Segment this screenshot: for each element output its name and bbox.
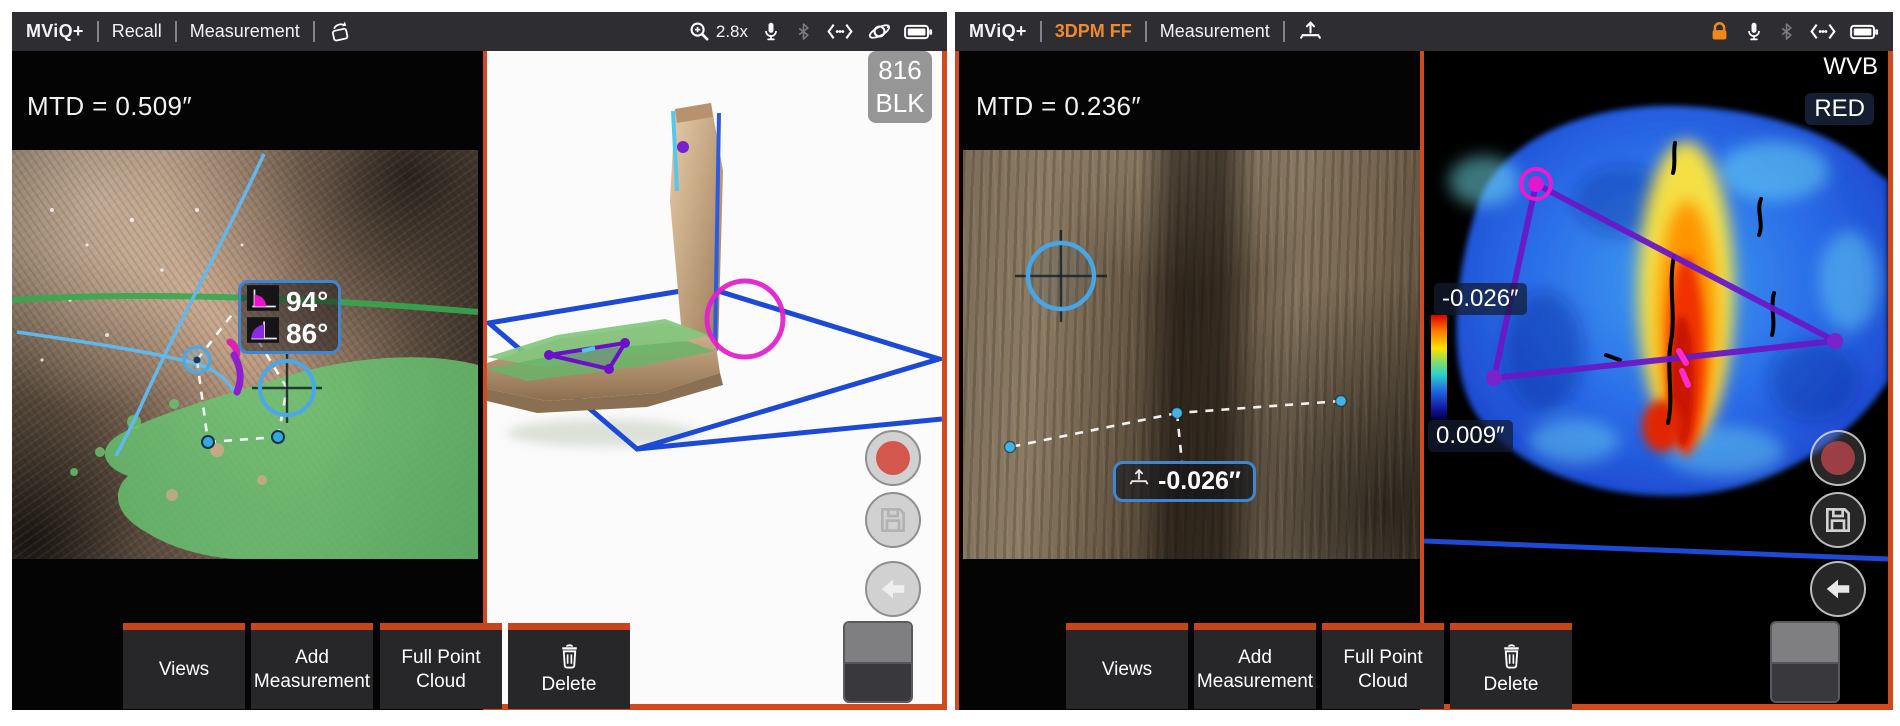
status-icons: 2.8x [688, 19, 933, 44]
live-image-pane: MTD = 0.236″ [955, 51, 1420, 710]
trash-icon [557, 643, 582, 670]
indicator-lower [1772, 664, 1838, 703]
scale-min-label: 0.009″ [1428, 420, 1513, 452]
full-point-cloud-button[interactable]: Full Point Cloud [1322, 623, 1444, 709]
live-image-pane: MTD = 0.509″ [12, 51, 483, 710]
battery-icon [1850, 23, 1879, 41]
measure-point [202, 436, 214, 448]
inspection-image[interactable]: 94° 86° [12, 150, 478, 559]
pan-mode-icon[interactable] [1298, 19, 1323, 44]
back-arrow-icon [878, 574, 908, 604]
mode-3dpm-ff[interactable]: 3DPM FF [1055, 21, 1132, 42]
angle-measurement-label[interactable]: 94° 86° [238, 280, 341, 354]
cursor-primary [1015, 230, 1107, 322]
full-point-cloud-button[interactable]: Full Point Cloud [380, 623, 502, 709]
titlebar-divider [1040, 21, 1042, 42]
reference-plane-edge [1424, 541, 1888, 559]
battery-icon [904, 23, 933, 41]
data-connection-icon [825, 21, 855, 42]
delete-button[interactable]: Delete [1450, 623, 1572, 709]
menu-measurement[interactable]: Measurement [190, 21, 300, 42]
cursor-secondary [184, 347, 210, 373]
titlebar-divider [175, 21, 177, 42]
mtd-readout: MTD = 0.236″ [976, 91, 1141, 122]
depth-map-pane[interactable]: WVB RED -0.026″ 0.009″ [1420, 51, 1893, 710]
depth-measurement-label[interactable]: -0.026″ [1113, 461, 1256, 502]
angle-value: 94° [286, 286, 328, 317]
indicator-lower [845, 664, 911, 703]
status-icons [1708, 20, 1879, 43]
badge-number: 816 [868, 54, 932, 87]
screen: MViQ+ Recall Measurement 2.8x [0, 0, 1900, 726]
titlebar-divider [97, 21, 99, 42]
depth-value: -0.026″ [1158, 467, 1241, 496]
add-measurement-button[interactable]: Add Measurement [1194, 623, 1316, 709]
point-cloud-pane[interactable]: 816 BLK [483, 51, 947, 710]
app-brand[interactable]: MViQ+ [26, 21, 84, 42]
titlebar-divider [1283, 21, 1285, 42]
depth-color-scale [1431, 315, 1447, 419]
back-arrow-icon [1823, 574, 1853, 604]
gyroscope-icon [867, 19, 892, 44]
measure-point [1336, 396, 1347, 407]
bluetooth-icon [794, 20, 813, 43]
measure-point [272, 431, 284, 443]
views-button[interactable]: Views [123, 623, 245, 709]
save-icon [1822, 504, 1854, 536]
save-button[interactable] [1810, 492, 1866, 548]
trash-icon [1499, 643, 1524, 670]
zoom-indicator[interactable]: 2.8x [688, 20, 748, 43]
data-connection-icon [1808, 21, 1838, 42]
indicator-upper [1772, 623, 1838, 664]
microphone-icon [1743, 20, 1765, 43]
depth-icon [1128, 467, 1150, 496]
lock-icon [1708, 20, 1731, 43]
indicator-upper [845, 623, 911, 664]
zoom-scroll-indicator[interactable] [1770, 621, 1840, 703]
titlebar-divider [313, 21, 315, 42]
angle-icon [247, 317, 279, 349]
mtd-readout: MTD = 0.509″ [27, 91, 192, 122]
measure-point [1172, 408, 1183, 419]
bluetooth-icon [1777, 20, 1796, 43]
zoom-level: 2.8x [716, 22, 748, 42]
point-cloud-status-badge: 816 BLK [868, 51, 932, 123]
record-icon [1821, 441, 1855, 475]
record-button[interactable] [865, 430, 921, 486]
zoom-scroll-indicator[interactable] [843, 621, 913, 703]
record-icon [876, 441, 910, 475]
views-button[interactable]: Views [1066, 623, 1188, 709]
microphone-icon [760, 20, 782, 43]
inspection-image[interactable]: -0.026″ [963, 150, 1424, 559]
color-mode-badge: RED [1805, 93, 1874, 125]
right-titlebar: MViQ+ 3DPM FF Measurement [955, 12, 1893, 51]
badge-code: BLK [868, 87, 932, 120]
menu-recall[interactable]: Recall [112, 21, 162, 42]
titlebar-divider [1145, 21, 1147, 42]
menu-measurement[interactable]: Measurement [1160, 21, 1270, 42]
left-device-window: MViQ+ Recall Measurement 2.8x [12, 12, 947, 710]
app-brand[interactable]: MViQ+ [969, 21, 1027, 42]
right-device-window: MViQ+ 3DPM FF Measurement [955, 12, 1893, 710]
view-mode-badge: WVB [1823, 53, 1878, 81]
record-button[interactable] [1810, 430, 1866, 486]
left-titlebar: MViQ+ Recall Measurement 2.8x [12, 12, 947, 51]
scale-max-label: -0.026″ [1434, 283, 1527, 315]
recalled-image-icon[interactable] [328, 20, 355, 43]
delete-button[interactable]: Delete [508, 623, 630, 709]
save-button[interactable] [865, 492, 921, 548]
back-button[interactable] [1810, 561, 1866, 617]
angle-value: 86° [286, 318, 328, 349]
angle-icon [247, 285, 279, 317]
back-button[interactable] [865, 561, 921, 617]
measure-point [1005, 442, 1016, 453]
add-measurement-button[interactable]: Add Measurement [251, 623, 373, 709]
save-icon [877, 504, 909, 536]
